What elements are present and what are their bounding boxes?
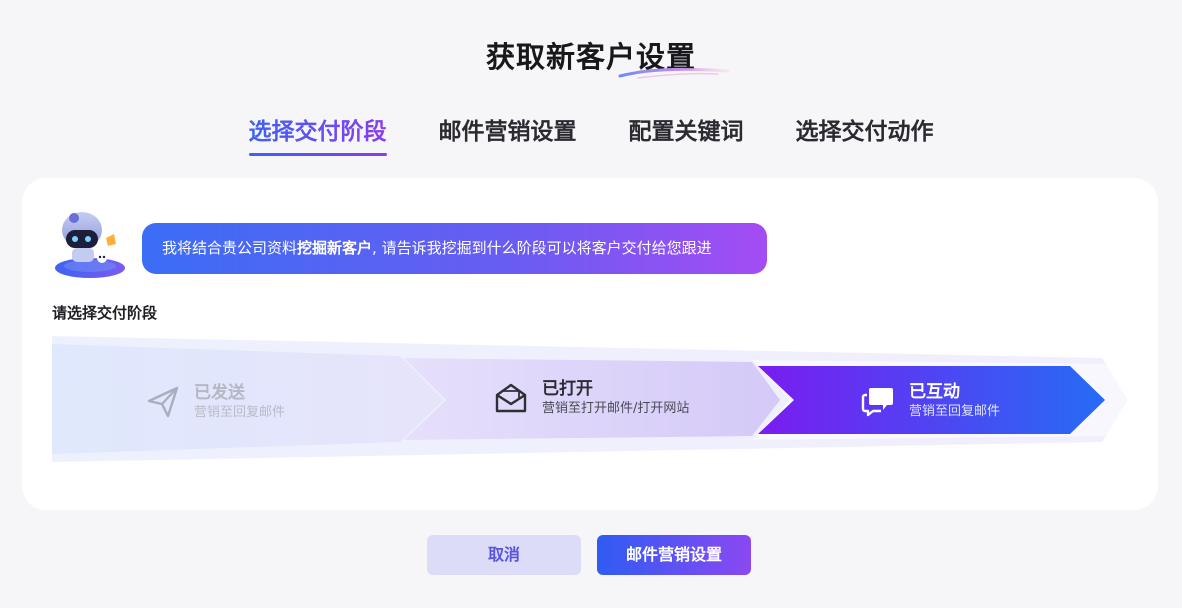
message-text: 我将结合贵公司资料 [162,239,298,257]
chat-bubbles-icon [861,388,893,417]
send-icon [147,386,179,418]
section-label: 请选择交付阶段 [52,304,158,322]
envelope-open-icon [495,383,527,413]
tab-select-delivery-stage[interactable]: 选择交付阶段 [248,112,387,156]
stage-opened[interactable]: 已打开 营销至打开邮件/打开网站 [494,378,689,418]
title-underline-decoration [618,67,730,79]
assistant-message-bubble: 我将结合贵公司资料挖掘新客户, 请告诉我挖掘到什么阶段可以将客户交付给您跟进 [142,223,767,274]
message-text-rest: , 请告诉我挖掘到什么阶段可以将客户交付给您跟进 [372,239,712,257]
robot-assistant-icon [55,212,125,278]
stage-title: 已互动 [909,382,960,402]
stage-subtitle: 营销至回复邮件 [909,404,1001,419]
stage-subtitle: 营销至回复邮件 [194,405,286,420]
stage-title: 已发送 [194,383,245,403]
settings-page: 获取新客户设置 选择交付阶段 邮件营销设置 配置关键词 选择交付动作 我将结合贵… [0,0,1182,608]
stage-subtitle: 营销至打开邮件/打开网站 [542,401,690,416]
content-card: 我将结合贵公司资料挖掘新客户, 请告诉我挖掘到什么阶段可以将客户交付给您跟进 请… [22,178,1158,510]
tab-configure-keywords[interactable]: 配置关键词 [629,112,744,156]
tab-select-delivery-action[interactable]: 选择交付动作 [796,112,934,156]
step-tabs: 选择交付阶段 邮件营销设置 配置关键词 选择交付动作 [0,112,1182,156]
message-highlight: 挖掘新客户 [297,239,373,257]
stage-title: 已打开 [542,379,593,399]
cancel-button[interactable]: 取消 [427,535,581,575]
email-marketing-settings-button[interactable]: 邮件营销设置 [597,535,751,575]
stage-sent[interactable]: 已发送 营销至回复邮件 [146,382,285,422]
page-title: 获取新客户设置 [485,40,696,74]
tab-email-marketing-settings[interactable]: 邮件营销设置 [439,112,577,156]
stage-interacted[interactable]: 已互动 营销至回复邮件 [861,381,1000,421]
